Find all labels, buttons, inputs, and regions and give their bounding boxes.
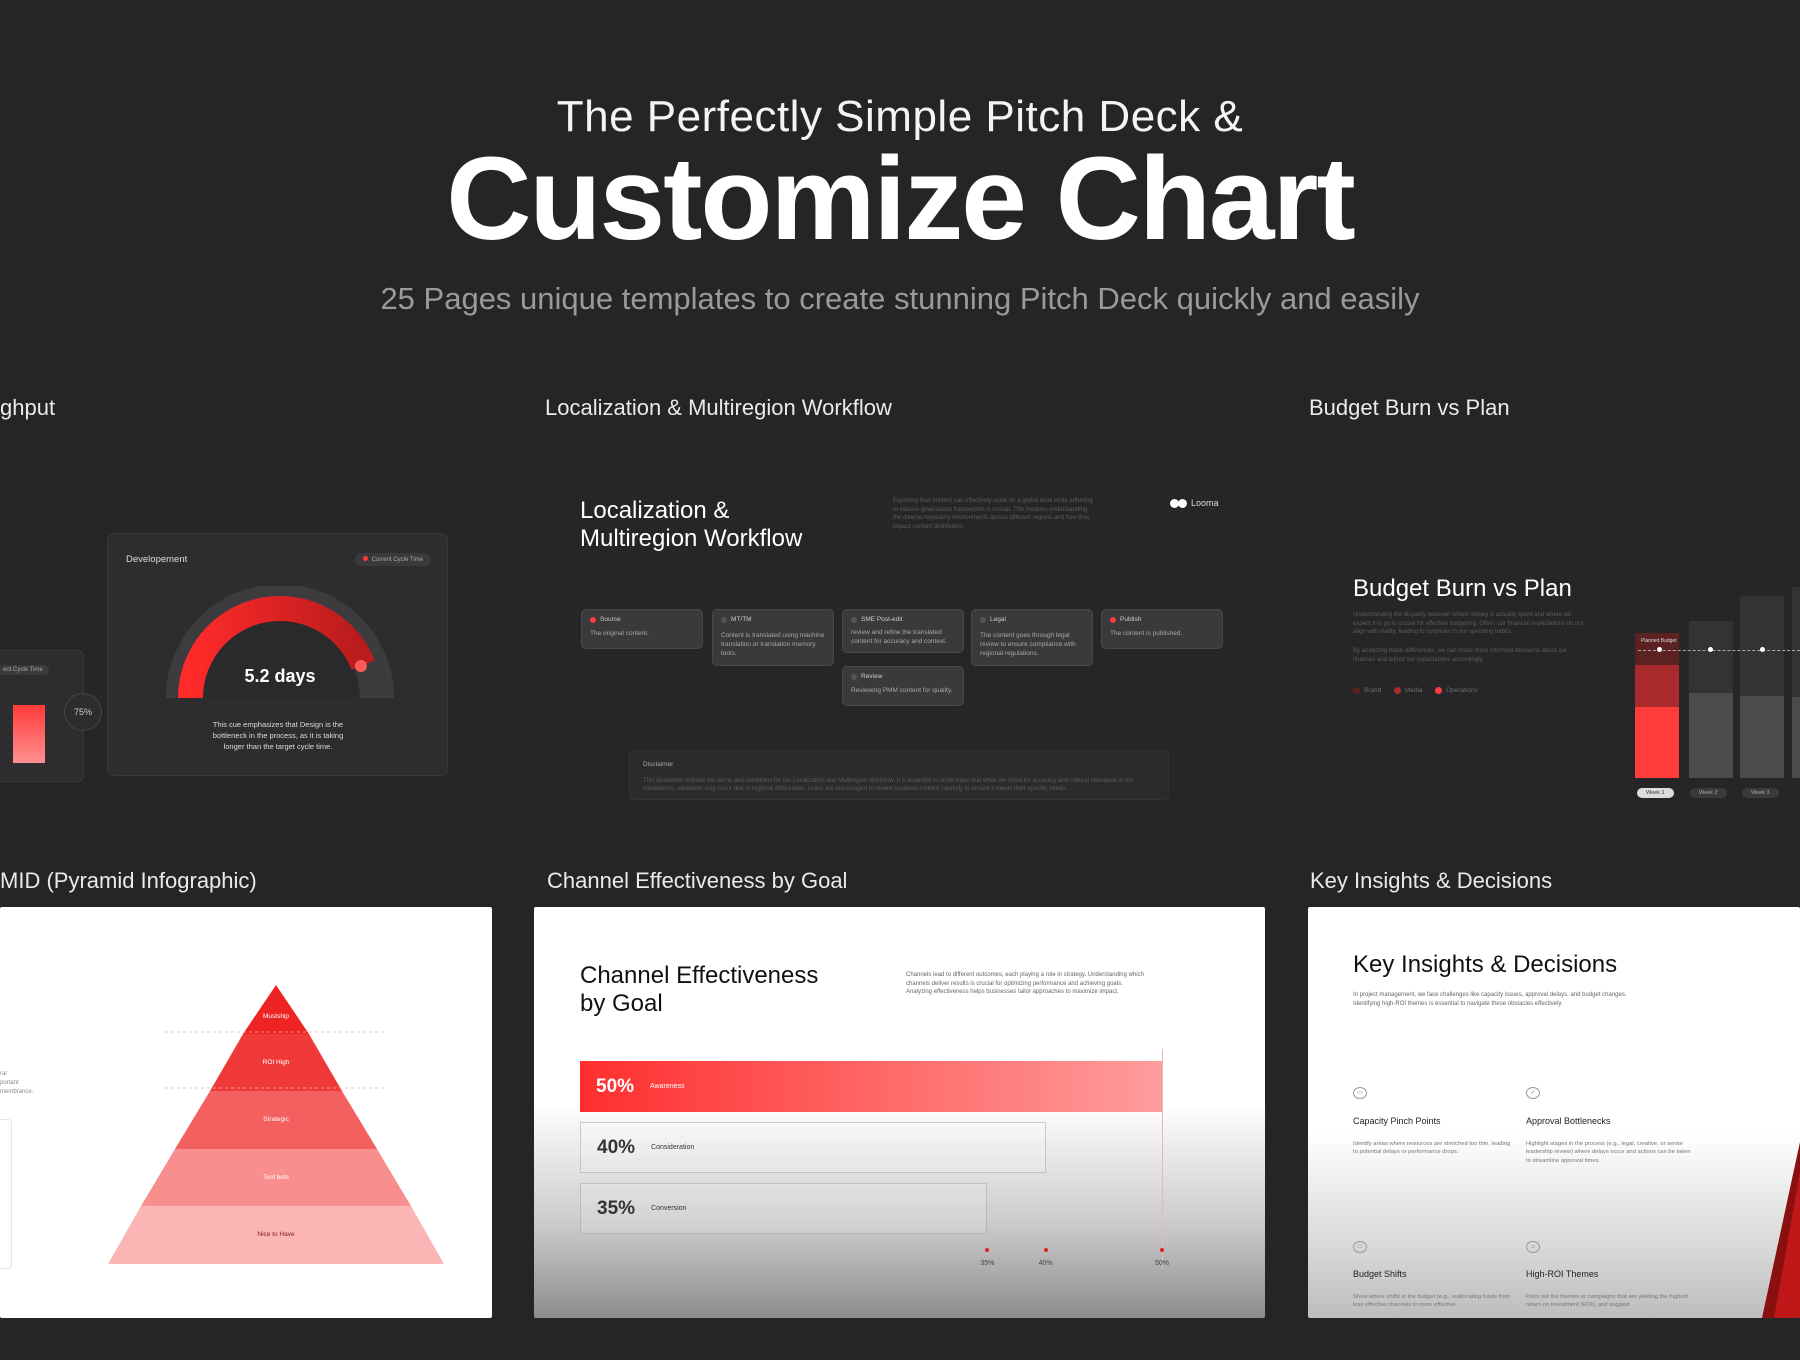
budget-card[interactable]: Budget Burn vs Plan Understanding the di… — [1308, 437, 1800, 847]
insight-body-2: Highlight stages in the process (e.g., l… — [1526, 1141, 1691, 1164]
x-tick-label: 40% — [1038, 1260, 1053, 1267]
pyramid-level-2: ROI High — [262, 1059, 290, 1066]
budget-title: Budget Burn vs Plan — [1353, 575, 1572, 602]
pyramid-side-panel — [0, 1119, 12, 1269]
capacity-icon: ▭ — [1353, 1087, 1367, 1099]
budget-bar-week1 — [1635, 633, 1679, 778]
bar-consideration: 40% Consideration — [580, 1122, 1046, 1173]
pyramid-level-4: Test bets — [262, 1174, 289, 1181]
insight-title-4: High-ROI Themes — [1526, 1269, 1599, 1279]
workflow-step-legal[interactable]: Legal The content goes through legal rev… — [971, 609, 1093, 666]
week-2-label: Week 2 — [1690, 788, 1727, 798]
bar-awareness: 50% Awareness — [580, 1061, 1162, 1112]
pyramid-left-text: ral portant membrance. — [0, 1071, 34, 1095]
week-1-label: Week 1 — [1637, 788, 1674, 798]
channel-description: Channels lead to different outcomes, eac… — [906, 972, 1144, 996]
planned-budget-line — [1638, 650, 1800, 651]
insight-title-1: Capacity Pinch Points — [1353, 1116, 1441, 1126]
planned-budget-label: Planned Budget — [1641, 638, 1677, 644]
section-label-budget: Budget Burn vs Plan — [1309, 395, 1510, 420]
localization-card[interactable]: Localization & Multiregion Workflow Expl… — [534, 437, 1265, 847]
x-tick-label: 35% — [980, 1260, 995, 1267]
hero-tagline: 25 Pages unique templates to create stun… — [380, 281, 1420, 316]
cycle-time-badge-left: ent Cycle Time — [0, 665, 49, 675]
insight-body-3: Show where shifts in the budget (e.g., r… — [1353, 1294, 1511, 1309]
budget-para1: Understanding the disparity between wher… — [1353, 612, 1584, 636]
insights-intro: In project management, we face challenge… — [1353, 992, 1627, 1007]
insight-title-2: Approval Bottlenecks — [1526, 1116, 1611, 1126]
x-tick-label: 50% — [1154, 1260, 1169, 1267]
legend-media: Media — [1393, 687, 1423, 694]
week-3-label: Week 3 — [1742, 788, 1779, 798]
percent-bubble: 75% — [64, 693, 102, 731]
insight-title-3: Budget Shifts — [1353, 1269, 1407, 1279]
x-tick-dot — [1043, 1248, 1048, 1252]
axis-line-50 — [1162, 1049, 1163, 1269]
pyramid-card[interactable]: ral portant membrance. Mustship ROI High… — [0, 907, 492, 1318]
section-label-insights: Key Insights & Decisions — [1310, 868, 1553, 893]
budget-bar-week2 — [1689, 621, 1733, 778]
bar-category-label: Conversion — [651, 1205, 687, 1212]
workflow-step-publish[interactable]: Publish The content is published. — [1101, 609, 1223, 649]
channel-title: Channel Effectiveness by Goal — [580, 962, 819, 1017]
legend-operations: Operations — [1434, 687, 1478, 694]
panel-title: Developement — [126, 554, 188, 565]
bar-value-label: 35% — [597, 1197, 636, 1219]
bar-value-label: 40% — [597, 1136, 636, 1158]
workflow-step-source[interactable]: Source The original content. — [581, 609, 703, 649]
cycle-time-bar — [13, 705, 45, 763]
planned-marker — [1657, 647, 1662, 652]
x-tick-dot — [985, 1248, 990, 1252]
development-panel: Developement Current Cycle Time 5.2 days… — [107, 533, 448, 776]
disclaimer-body: This disclaimer outlines the terms and c… — [643, 778, 1134, 793]
hero-title: Customize Chart — [446, 133, 1356, 265]
throughput-card[interactable]: ent Cycle Time 75% Developement Current … — [0, 437, 492, 847]
legend-brand: Brand — [1353, 687, 1381, 694]
insights-card[interactable]: Key Insights & Decisions In project mana… — [1308, 907, 1800, 1318]
approval-icon: ✓ — [1526, 1087, 1540, 1099]
budget-bar-week3 — [1740, 596, 1784, 778]
workflow-step-mt-tm[interactable]: MT/TM Content is translated using machin… — [712, 609, 834, 666]
insight-body-1: Identify areas where resources are stret… — [1353, 1141, 1511, 1156]
budget-para2: By analyzing these differences, we can m… — [1353, 648, 1568, 663]
localization-title: Localization & Multiregion Workflow — [580, 497, 803, 552]
cycle-gauge: 5.2 days — [166, 586, 394, 699]
budget-bar-week4 — [1792, 587, 1800, 778]
disclaimer-box: Disclaimer This disclaimer outlines the … — [629, 750, 1169, 800]
workflow-step-sme-post-edit[interactable]: SME Post-edit review and refine the tran… — [842, 609, 964, 653]
pyramid-level-1: Mustship — [262, 1013, 289, 1020]
x-tick-dot — [1160, 1248, 1164, 1252]
disclaimer-title: Disclaimer — [643, 761, 674, 768]
bar-category-label: Consideration — [651, 1144, 695, 1151]
section-label-channel: Channel Effectiveness by Goal — [547, 868, 848, 893]
localization-description: Exploring how content can effectively sc… — [893, 498, 1093, 531]
section-label-localization: Localization & Multiregion Workflow — [545, 395, 892, 420]
current-cycle-badge: Current Cycle Time — [354, 553, 431, 566]
channel-bar-chart: 50% Awareness 40% Consideration 35% Conversio… — [580, 1049, 1169, 1271]
looma-logo: Looma — [1170, 498, 1219, 508]
gauge-note: This cue emphasizes that Design is the b… — [212, 720, 344, 751]
pyramid-level-5: Nice to Have — [257, 1231, 295, 1238]
lock-icon: ⌂ — [1526, 1241, 1540, 1253]
budget-shift-icon: ▭ — [1353, 1241, 1367, 1253]
gauge-value: 5.2 days — [244, 666, 315, 686]
planned-marker — [1708, 647, 1713, 652]
section-label-throughput: ghput — [0, 395, 56, 420]
bar-category-label: Awareness — [650, 1083, 685, 1090]
decorative-red-shape — [1762, 1142, 1800, 1318]
insights-title: Key Insights & Decisions — [1353, 951, 1618, 978]
channel-card[interactable]: Channel Effectiveness by Goal Channels l… — [534, 907, 1265, 1318]
bar-value-label: 50% — [596, 1075, 635, 1097]
planned-marker — [1760, 647, 1765, 652]
budget-legend: Brand Media Operations — [1353, 681, 1486, 699]
section-label-pyramid: MID (Pyramid Infographic) — [0, 868, 257, 893]
bar-conversion: 35% Conversion — [580, 1183, 988, 1234]
insight-body-4: Point out the themes or campaigns that a… — [1526, 1294, 1689, 1309]
workflow-step-review[interactable]: Review Reviewing PMM content for quality… — [842, 666, 964, 706]
pyramid-level-3: Strategic — [263, 1116, 289, 1123]
